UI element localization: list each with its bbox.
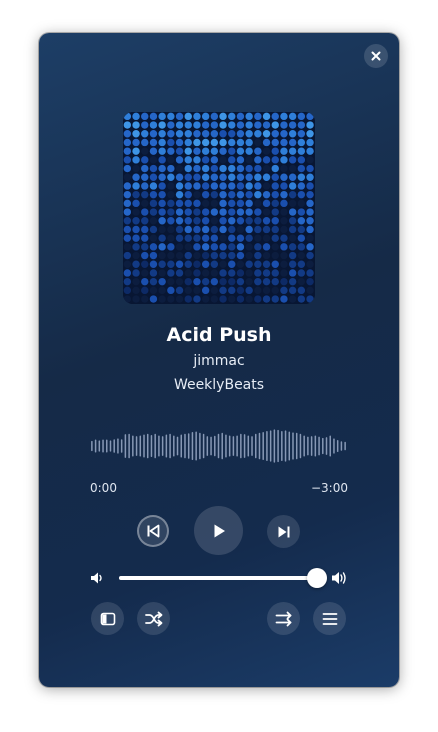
waveform-bar [251,436,253,456]
volume-slider[interactable] [119,568,327,588]
waveform-bar [187,433,190,459]
waveform-bar [94,439,97,453]
volume-slider-knob[interactable] [307,568,327,588]
player-window: Acid Push jimmac WeeklyBeats 0:00 −3:00 [39,33,399,687]
waveform-bar [240,433,242,459]
play-icon [214,524,225,537]
waveform-bar [236,435,238,457]
volume-low-icon [89,570,105,586]
album-cover [123,112,315,304]
next-button[interactable] [267,515,300,548]
waveform-bar [314,435,317,457]
waveform-bar [206,436,209,456]
waveform-bar [158,435,160,457]
waveform-bar [120,439,123,453]
waveform-bar [225,434,227,458]
waveform-bar [102,439,104,453]
waveform-bar [109,440,112,452]
waveform-bar [295,432,298,460]
waveform-bar [146,433,149,459]
waveform-bar [143,434,145,458]
waveform-bar [199,432,201,460]
waveform-bar [288,431,291,461]
waveform-bar [318,436,320,456]
waveform-bar [299,433,302,459]
waveform-bar [139,435,142,457]
repeat-icon [275,611,291,626]
waveform-bar [329,435,331,457]
waveform-bar [322,437,324,455]
sidebar-toggle-button[interactable] [91,602,124,635]
waveform-bar [269,430,272,462]
waveform-bar [221,432,223,460]
waveform-bar [217,433,220,459]
waveform-bar [262,432,264,460]
waveform-bar [258,432,261,460]
waveform-bar [150,434,153,458]
waveform-bar [243,434,246,458]
waveform-bar [154,433,156,459]
waveform-bar [135,436,138,456]
waveform-bar [210,436,212,456]
waveform-bar [281,431,283,461]
volume-slider-fill [119,576,317,580]
waveform-bar [310,436,313,456]
close-icon [371,51,381,61]
waveform-bar [292,432,294,460]
waveform-bar [117,438,119,454]
waveform-bar [214,435,216,457]
waveform-bar [228,435,231,457]
track-album: WeeklyBeats [173,377,265,393]
waveform-bar [169,433,171,459]
waveform-bar [277,429,279,463]
waveform-bar [303,435,305,457]
volume-high-icon [330,569,348,587]
track-title: Acid Push [166,324,272,346]
waveform-bar [132,435,134,457]
shuffle-button[interactable] [137,602,170,635]
waveform-bar [232,436,235,456]
shuffle-icon [144,611,162,626]
previous-button[interactable] [137,515,169,547]
menu-button[interactable] [313,602,346,635]
waveform-bar [98,440,101,452]
waveform-bar [284,430,287,462]
waveform-bar [202,433,205,459]
waveform-bar [113,439,115,453]
waveform-bar [106,439,108,453]
track-artist: jimmac [193,353,245,369]
remaining-time: −3:00 [310,481,348,495]
waveform-bar [91,440,93,452]
waveform-bar [195,431,197,461]
waveform-bar [266,431,268,461]
waveform-bar [307,436,309,456]
skip-next-icon [278,526,289,537]
waveform-bar [176,436,179,456]
waveform-bar [325,437,328,455]
album-cover-art [123,112,315,304]
waveform-bar [165,434,168,458]
waveform-bar [344,441,346,451]
waveform-bar [255,433,257,459]
skip-previous-icon [147,524,160,538]
hamburger-menu-icon [322,612,337,625]
waveform-bar [161,436,164,456]
close-button[interactable] [364,44,388,68]
repeat-button[interactable] [267,602,300,635]
waveform-bar [336,440,339,452]
waveform-bar [333,438,335,454]
waveform-bar [191,432,194,460]
waveform-bar [340,441,343,451]
waveform-seekbar[interactable] [90,429,347,463]
elapsed-time: 0:00 [90,481,117,495]
waveform-bar [128,433,130,459]
waveform-bar [247,435,250,457]
sidebar-show-icon [100,612,115,625]
waveform-bar [273,429,276,463]
waveform-bar [173,435,175,457]
waveform-bar [180,434,182,458]
waveform-bar [124,434,127,458]
waveform-bar [184,433,186,459]
play-button[interactable] [194,506,243,555]
